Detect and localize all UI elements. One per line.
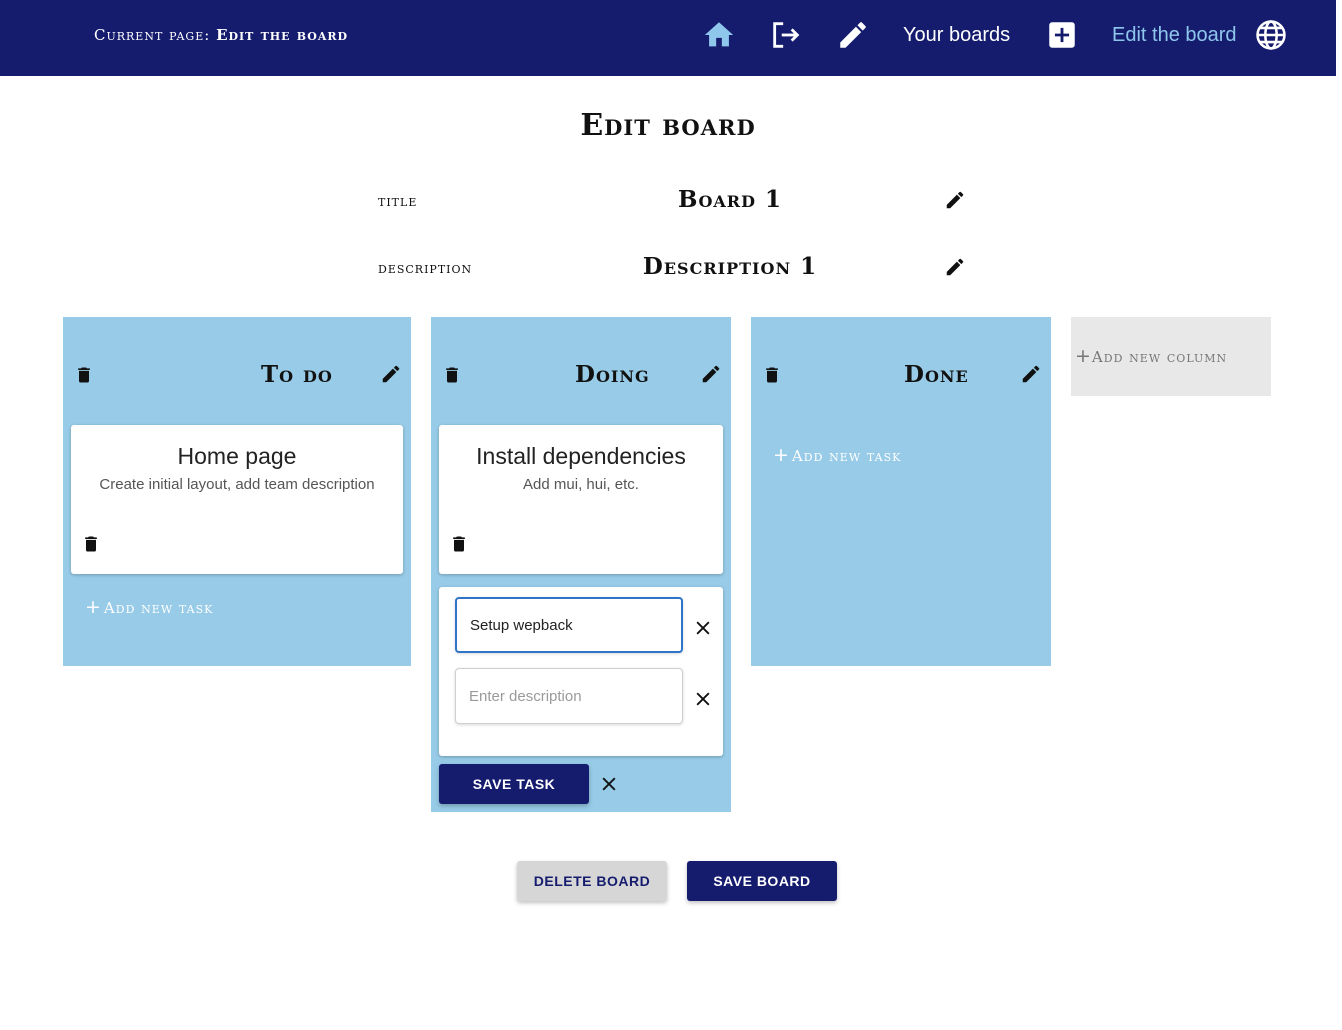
task-card[interactable]: Install dependencies Add mui, hui, etc. (439, 425, 723, 574)
save-board-button[interactable]: SAVE BOARD (687, 861, 837, 901)
edit-title-pencil-icon[interactable] (944, 189, 966, 211)
task-description-input[interactable] (455, 668, 683, 724)
add-task-label: Add new task (103, 599, 214, 617)
nav-your-boards[interactable]: Your boards (903, 24, 1010, 47)
board-title-value: Board 1 (678, 186, 782, 213)
delete-column-trash-icon[interactable] (442, 364, 462, 386)
task-title: Install dependencies (476, 443, 686, 469)
clear-title-close-icon[interactable] (693, 618, 713, 638)
home-icon[interactable] (702, 18, 736, 52)
current-page-prefix: Current page: (94, 26, 211, 44)
nav-edit-board[interactable]: Edit the board (1112, 24, 1237, 47)
current-page-name: Edit the board (216, 26, 349, 44)
delete-column-trash-icon[interactable] (74, 364, 94, 386)
pencil-icon[interactable] (836, 18, 870, 52)
column-title: Done (904, 361, 969, 388)
edit-column-pencil-icon[interactable] (380, 363, 402, 385)
board-description-value: Description 1 (642, 253, 818, 280)
logout-icon[interactable] (769, 18, 803, 52)
column-done: Done + Add new task (751, 317, 1051, 666)
save-task-button[interactable]: SAVE TASK (439, 764, 589, 804)
edit-column-pencil-icon[interactable] (700, 363, 722, 385)
new-task-form (439, 587, 723, 756)
edit-description-pencil-icon[interactable] (944, 256, 966, 278)
clear-description-close-icon[interactable] (693, 689, 713, 709)
edit-column-pencil-icon[interactable] (1020, 363, 1042, 385)
add-new-task-button[interactable]: + Add new task (773, 444, 901, 466)
column-title: To do (261, 361, 333, 388)
description-label: description (378, 259, 473, 277)
globe-icon[interactable] (1254, 18, 1288, 52)
task-description: Add mui, hui, etc. (523, 476, 639, 493)
add-column-label: Add new column (1091, 348, 1228, 366)
column-title: Doing (575, 361, 650, 388)
add-new-column-button[interactable]: +Add new column (1071, 317, 1271, 396)
plus-icon: + (773, 444, 790, 466)
task-card[interactable]: Home page Create initial layout, add tea… (71, 425, 403, 574)
app-bar: Current page: Edit the board Your boards… (0, 0, 1336, 76)
delete-task-trash-icon[interactable] (449, 533, 469, 555)
task-description: Create initial layout, add team descript… (99, 476, 375, 493)
column-to-do: To do Home page Create initial layout, a… (63, 317, 411, 666)
plus-icon: + (1075, 345, 1092, 367)
plus-icon: + (85, 596, 102, 618)
task-title: Home page (177, 443, 297, 469)
title-label: title (378, 192, 418, 210)
add-task-label: Add new task (791, 447, 902, 465)
column-doing: Doing Install dependencies Add mui, hui,… (431, 317, 731, 812)
add-new-task-button[interactable]: + Add new task (85, 596, 213, 618)
delete-board-button[interactable]: DELETE BOARD (517, 861, 667, 901)
page-title: Edit board (580, 108, 756, 143)
current-page-indicator: Current page: Edit the board (94, 26, 348, 44)
add-box-icon[interactable] (1045, 18, 1079, 52)
delete-task-trash-icon[interactable] (81, 533, 101, 555)
task-title-input[interactable] (455, 597, 683, 653)
cancel-task-close-icon[interactable] (599, 774, 619, 794)
delete-column-trash-icon[interactable] (762, 364, 782, 386)
